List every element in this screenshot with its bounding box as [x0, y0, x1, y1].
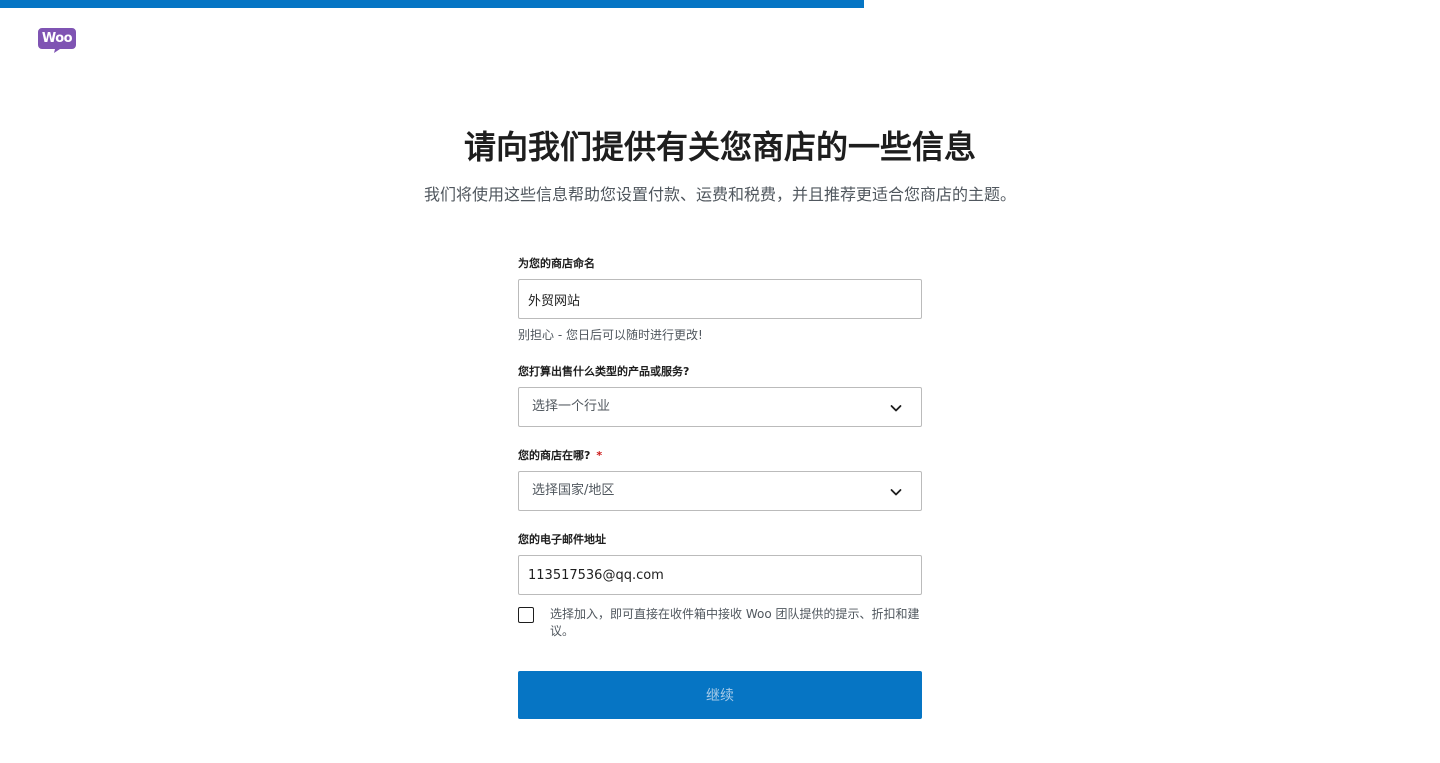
industry-select[interactable]: 选择一个行业	[518, 387, 922, 427]
woo-logo: Woo	[38, 28, 78, 54]
country-select[interactable]: 选择国家/地区	[518, 471, 922, 511]
onboarding-page: Woo 请向我们提供有关您商店的一些信息 我们将使用这些信息帮助您设置付款、运费…	[0, 0, 1440, 763]
progress-bar-fill	[0, 0, 864, 8]
location-label: 您的商店在哪? *	[518, 448, 602, 464]
email-field[interactable]	[518, 555, 922, 595]
store-name-label: 为您的商店命名	[518, 257, 595, 270]
email-input[interactable]	[519, 556, 921, 594]
page-title: 请向我们提供有关您商店的一些信息	[463, 128, 976, 166]
industry-label: 您打算出售什么类型的产品或服务?	[518, 365, 690, 378]
location-label-text: 您的商店在哪?	[518, 449, 591, 462]
continue-button[interactable]: 继续	[518, 671, 922, 719]
email-label: 您的电子邮件地址	[518, 533, 606, 546]
store-name-input[interactable]	[519, 280, 921, 318]
opt-in-label: 选择加入，即可直接在收件箱中接收 Woo 团队提供的提示、折扣和建议。	[550, 607, 920, 638]
store-name-help: 别担心 - 您日后可以随时进行更改!	[518, 328, 703, 342]
chevron-down-icon	[890, 489, 902, 496]
country-select-value: 选择国家/地区	[532, 483, 615, 498]
woo-logo-text: Woo	[41, 31, 73, 46]
opt-in-checkbox[interactable]	[518, 607, 534, 623]
store-name-field[interactable]	[518, 279, 922, 319]
progress-bar	[0, 0, 1440, 8]
page-subtitle: 我们将使用这些信息帮助您设置付款、运费和税费，并且推荐更适合您商店的主题。	[423, 185, 1016, 204]
chevron-down-icon	[890, 405, 902, 412]
required-mark: *	[596, 449, 603, 462]
industry-select-value: 选择一个行业	[532, 399, 611, 414]
